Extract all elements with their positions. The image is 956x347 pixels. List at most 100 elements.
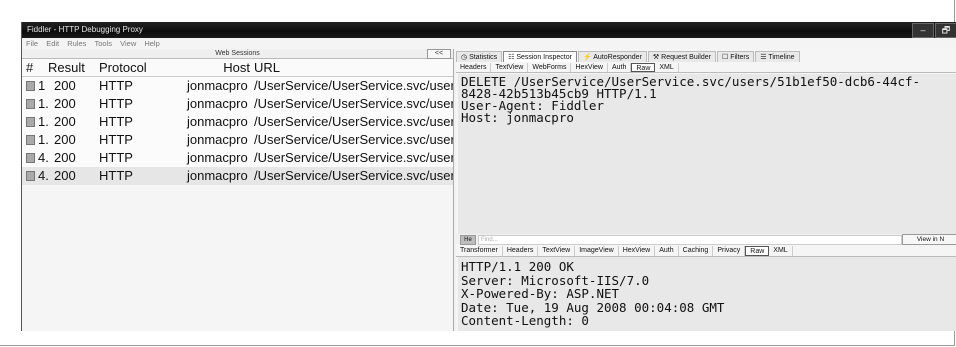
menu-file[interactable]: File [26,39,38,48]
resp-tab-transformer[interactable]: Transformer [456,246,503,256]
session-row-selected[interactable]: 4. 200 HTTP jonmacpro /UserService/UserS… [22,167,453,185]
find-input[interactable]: Find... [478,235,902,245]
web-sessions-panel: Web Sessions << # Result Protocol Host U… [22,49,454,331]
response-subtabs: Transformer Headers TextView ImageView H… [456,246,956,257]
web-sessions-title: Web Sessions [215,50,260,57]
column-url[interactable]: URL [254,59,280,76]
stopwatch-icon: ◷ [461,54,470,61]
column-number[interactable]: # [26,59,33,76]
resp-tab-raw[interactable]: Raw [745,246,770,256]
checkbox-icon: ☐ [721,54,731,61]
session-protocol: HTTP [99,150,133,165]
req-tab-auth[interactable]: Auth [608,63,632,72]
web-sessions-header: Web Sessions << [22,49,453,59]
session-num: 1. [26,113,49,131]
session-protocol: HTTP [99,96,133,111]
session-result: 200 [54,168,76,183]
resp-tab-privacy[interactable]: Privacy [713,246,746,256]
request-raw-text[interactable]: DELETE /UserService/UserService.svc/user… [458,74,956,234]
session-host: jonmacpro [187,150,248,165]
session-url: /UserService/UserService.svc/users [254,96,453,111]
fiddler-window: Fiddler - HTTP Debugging Proxy – 🗗 File … [21,22,956,331]
session-host: jonmacpro [187,96,248,111]
hex-toggle-button[interactable]: He [460,235,476,245]
title-bar: Fiddler - HTTP Debugging Proxy – 🗗 [22,22,956,38]
session-url: /UserService/UserService.svc/users [254,78,453,93]
session-result: 200 [54,150,76,165]
session-icon [26,99,35,109]
window-title: Fiddler - HTTP Debugging Proxy [27,25,143,34]
collapse-button[interactable]: << [427,49,451,59]
session-result: 200 [54,96,76,111]
session-host: jonmacpro [187,78,248,93]
tab-filters[interactable]: ☐ Filters [716,51,755,62]
sessions-list: 1 200 HTTP jonmacpro /UserService/UserSe… [22,77,453,185]
session-host: jonmacpro [187,114,248,129]
tab-autoresponder[interactable]: ⚡ AutoResponder [577,51,647,62]
session-protocol: HTTP [99,114,133,129]
session-result: 200 [54,114,76,129]
column-host[interactable]: Host [186,59,250,76]
session-host: jonmacpro [187,168,248,183]
session-num: 4. [26,149,49,167]
req-tab-headers[interactable]: Headers [456,63,492,72]
resp-tab-xml[interactable]: XML [769,246,793,256]
session-url: /UserService/UserService.svc/users [254,114,453,129]
window-controls: – 🗗 [911,23,956,38]
builder-icon: ⚒ [652,54,662,61]
resp-tab-hexview[interactable]: HexView [619,246,656,256]
req-tab-hexview[interactable]: HexView [571,63,608,72]
tab-session-inspector[interactable]: ☷ Session Inspector [503,51,577,62]
column-result[interactable]: Result [48,59,85,76]
sessions-column-headers: # Result Protocol Host URL [22,59,453,77]
session-protocol: HTTP [99,132,133,147]
session-row[interactable]: 1. 200 HTTP jonmacpro /UserService/UserS… [22,113,453,131]
req-tab-raw[interactable]: Raw [631,63,656,72]
session-icon [26,153,35,163]
menu-edit[interactable]: Edit [46,39,59,48]
menu-help[interactable]: Help [144,39,159,48]
inspector-panel: ◷ Statistics ☷ Session Inspector ⚡ AutoR… [456,49,956,331]
session-row[interactable]: 1. 200 HTTP jonmacpro /UserService/UserS… [22,95,453,113]
session-url: /UserService/UserService.svc/users/ [254,150,453,165]
session-num: 1. [26,95,49,113]
menu-tools[interactable]: Tools [95,39,113,48]
session-result: 200 [54,132,76,147]
restore-button[interactable]: 🗗 [935,23,956,38]
view-in-notepad-button[interactable]: View in N [902,234,956,245]
resp-tab-auth[interactable]: Auth [655,246,679,256]
column-protocol[interactable]: Protocol [99,59,147,76]
menu-rules[interactable]: Rules [67,39,86,48]
resp-tab-caching[interactable]: Caching [679,246,714,256]
session-icon [26,135,35,145]
session-num: 1 [26,77,45,95]
session-row[interactable]: 4. 200 HTTP jonmacpro /UserService/UserS… [22,149,453,167]
menu-bar: File Edit Rules Tools View Help [22,38,956,49]
session-protocol: HTTP [99,78,133,93]
minimize-button[interactable]: – [912,23,934,38]
session-row[interactable]: 1. 200 HTTP jonmacpro /UserService/UserS… [22,131,453,149]
response-raw-text[interactable]: HTTP/1.1 200 OK Server: Microsoft-IIS/7.… [458,257,956,331]
tab-timeline[interactable]: ☰ Timeline [755,51,800,62]
session-row[interactable]: 1 200 HTTP jonmacpro /UserService/UserSe… [22,77,453,95]
session-icon [26,117,35,127]
session-num: 4. [26,167,49,185]
menu-view[interactable]: View [120,39,136,48]
session-icon [26,171,35,181]
session-url: /UserService/UserService.svc/users [254,132,453,147]
resp-tab-textview[interactable]: TextView [538,246,576,256]
tab-statistics[interactable]: ◷ Statistics [456,51,503,62]
session-icon [26,81,35,91]
main-tabs: ◷ Statistics ☷ Session Inspector ⚡ AutoR… [456,51,956,62]
resp-tab-headers[interactable]: Headers [503,246,539,256]
session-host: jonmacpro [187,132,248,147]
session-url: /UserService/UserService.svc/users/ [254,168,453,183]
req-tab-webforms[interactable]: WebForms [528,63,572,72]
tab-request-builder[interactable]: ⚒ Request Builder [647,51,716,62]
find-bar: He Find... View in N [456,234,956,245]
session-protocol: HTTP [99,168,133,183]
session-result: 200 [54,78,76,93]
req-tab-xml[interactable]: XML [655,63,679,72]
resp-tab-imageview[interactable]: ImageView [575,246,619,256]
req-tab-textview[interactable]: TextView [491,63,529,72]
